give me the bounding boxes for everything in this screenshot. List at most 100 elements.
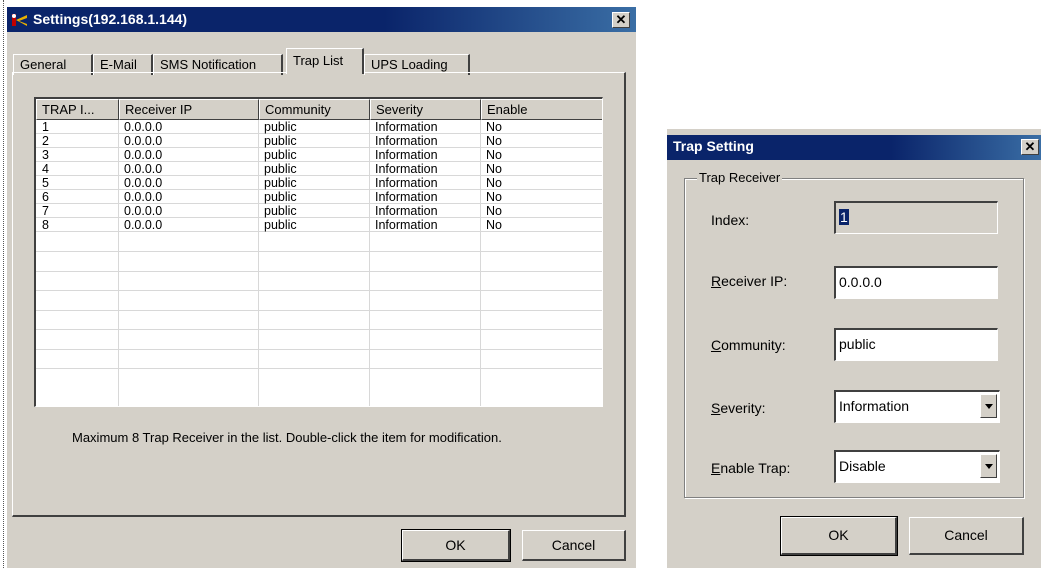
- table-cell: public: [264, 218, 297, 232]
- app-icon: [12, 14, 27, 26]
- table-cell: 4: [42, 162, 49, 176]
- table-cell: No: [486, 176, 502, 190]
- close-icon: ✕: [615, 12, 627, 27]
- table-row-empty: [36, 330, 602, 350]
- table-cell: 2: [42, 134, 49, 148]
- table-cell: No: [486, 148, 502, 162]
- column-header-community[interactable]: Community: [259, 99, 370, 120]
- table-cell: 0.0.0.0: [124, 148, 163, 162]
- chevron-down-icon[interactable]: [980, 394, 997, 418]
- table-row[interactable]: 8 0.0.0.0 public Information No: [36, 218, 602, 232]
- page-edge-dotted-line: [3, 0, 4, 568]
- table-cell: 0.0.0.0: [124, 190, 163, 204]
- severity-label-text: everity:: [720, 400, 766, 416]
- column-header-severity[interactable]: Severity: [370, 99, 481, 120]
- trap-setting-titlebar[interactable]: Trap Setting ✕: [667, 135, 1041, 160]
- severity-selected-value: Information: [839, 398, 910, 414]
- table-row-empty: [36, 310, 602, 330]
- column-header-trap-index[interactable]: TRAP I...: [36, 99, 119, 120]
- table-row[interactable]: 6 0.0.0.0 public Information No: [36, 190, 602, 204]
- settings-ok-label: OK: [445, 537, 466, 553]
- table-row-empty: [36, 349, 602, 369]
- tab-sms-notification-label: SMS Notification: [160, 57, 257, 72]
- receiver-ip-mnemonic: R: [711, 273, 722, 289]
- trap-cancel-label: Cancel: [944, 527, 988, 543]
- receiver-ip-input[interactable]: 0.0.0.0: [834, 266, 998, 299]
- enable-trap-selected-value: Disable: [839, 458, 886, 474]
- table-cell: 3: [42, 148, 49, 162]
- table-cell: 0.0.0.0: [124, 120, 163, 134]
- table-row[interactable]: 7 0.0.0.0 public Information No: [36, 204, 602, 218]
- table-cell: No: [486, 134, 502, 148]
- receiver-ip-label-text: eceiver IP:: [721, 273, 788, 289]
- table-cell: 6: [42, 190, 49, 204]
- trap-list-note: Maximum 8 Trap Receiver in the list. Dou…: [72, 430, 502, 445]
- table-row-empty: [36, 271, 602, 291]
- chevron-down-icon[interactable]: [980, 454, 997, 478]
- table-cell: 5: [42, 176, 49, 190]
- trap-list-table[interactable]: TRAP I... Receiver IP Community Severity…: [34, 97, 603, 407]
- trap-ok-label: OK: [828, 527, 849, 543]
- trap-receiver-group-label: Trap Receiver: [697, 170, 783, 185]
- community-label-text: ommunity:: [721, 337, 786, 353]
- trap-setting-title: Trap Setting: [673, 138, 754, 154]
- table-cell: public: [264, 162, 297, 176]
- table-row[interactable]: 2 0.0.0.0 public Information No: [36, 134, 602, 148]
- tab-ups-loading-label: UPS Loading: [371, 57, 448, 72]
- table-cell: Information: [375, 148, 438, 162]
- table-cell: public: [264, 204, 297, 218]
- trap-cancel-button[interactable]: Cancel: [909, 517, 1024, 555]
- settings-titlebar[interactable]: Settings(192.168.1.144) ✕: [7, 7, 636, 32]
- table-cell: 0.0.0.0: [124, 134, 163, 148]
- table-cell: Information: [375, 204, 438, 218]
- tab-trap-list[interactable]: Trap List: [286, 48, 364, 74]
- community-mnemonic: C: [711, 337, 722, 353]
- table-row-empty: [36, 252, 602, 272]
- table-cell: Information: [375, 134, 438, 148]
- table-cell: Information: [375, 120, 438, 134]
- table-row[interactable]: 3 0.0.0.0 public Information No: [36, 148, 602, 162]
- table-cell: 7: [42, 204, 49, 218]
- enable-trap-label-text: nable Trap:: [720, 460, 791, 476]
- table-row-empty: [36, 232, 602, 252]
- close-icon: ✕: [1024, 139, 1036, 154]
- table-cell: No: [486, 204, 502, 218]
- table-row[interactable]: 1 0.0.0.0 public Information No: [36, 120, 602, 134]
- table-row[interactable]: 5 0.0.0.0 public Information No: [36, 176, 602, 190]
- table-cell: No: [486, 120, 502, 134]
- table-row[interactable]: 4 0.0.0.0 public Information No: [36, 162, 602, 176]
- trap-ok-button[interactable]: OK: [780, 516, 898, 556]
- table-cell: No: [486, 218, 502, 232]
- table-cell: No: [486, 162, 502, 176]
- severity-label: Severity:: [711, 400, 765, 416]
- settings-ok-button[interactable]: OK: [401, 529, 511, 562]
- receiver-ip-label: Receiver IP:: [711, 273, 787, 289]
- trap-setting-close-button[interactable]: ✕: [1021, 139, 1039, 155]
- table-cell: Information: [375, 162, 438, 176]
- community-input[interactable]: public: [834, 328, 998, 361]
- table-cell: 0.0.0.0: [124, 162, 163, 176]
- table-cell: Information: [375, 190, 438, 204]
- enable-trap-label: Enable Trap:: [711, 460, 790, 476]
- table-cell: 0.0.0.0: [124, 176, 163, 190]
- column-header-enable[interactable]: Enable: [481, 99, 602, 120]
- table-cell: No: [486, 190, 502, 204]
- enable-trap-select[interactable]: Disable: [834, 450, 1000, 483]
- index-field: 1: [834, 201, 998, 234]
- tab-email-label: E-Mail: [100, 57, 137, 72]
- severity-mnemonic: S: [711, 400, 721, 416]
- table-cell: public: [264, 148, 297, 162]
- table-cell: Information: [375, 176, 438, 190]
- table-cell: public: [264, 134, 297, 148]
- table-cell: Information: [375, 218, 438, 232]
- community-label: Community:: [711, 337, 786, 353]
- settings-cancel-button[interactable]: Cancel: [522, 530, 626, 561]
- severity-select[interactable]: Information: [834, 390, 1000, 423]
- column-header-receiver-ip[interactable]: Receiver IP: [119, 99, 259, 120]
- index-label: Index:: [711, 212, 750, 228]
- table-cell: public: [264, 190, 297, 204]
- table-row-empty: [36, 291, 602, 311]
- settings-close-button[interactable]: ✕: [612, 12, 630, 28]
- tab-general-label: General: [20, 57, 67, 72]
- index-value: 1: [839, 209, 849, 225]
